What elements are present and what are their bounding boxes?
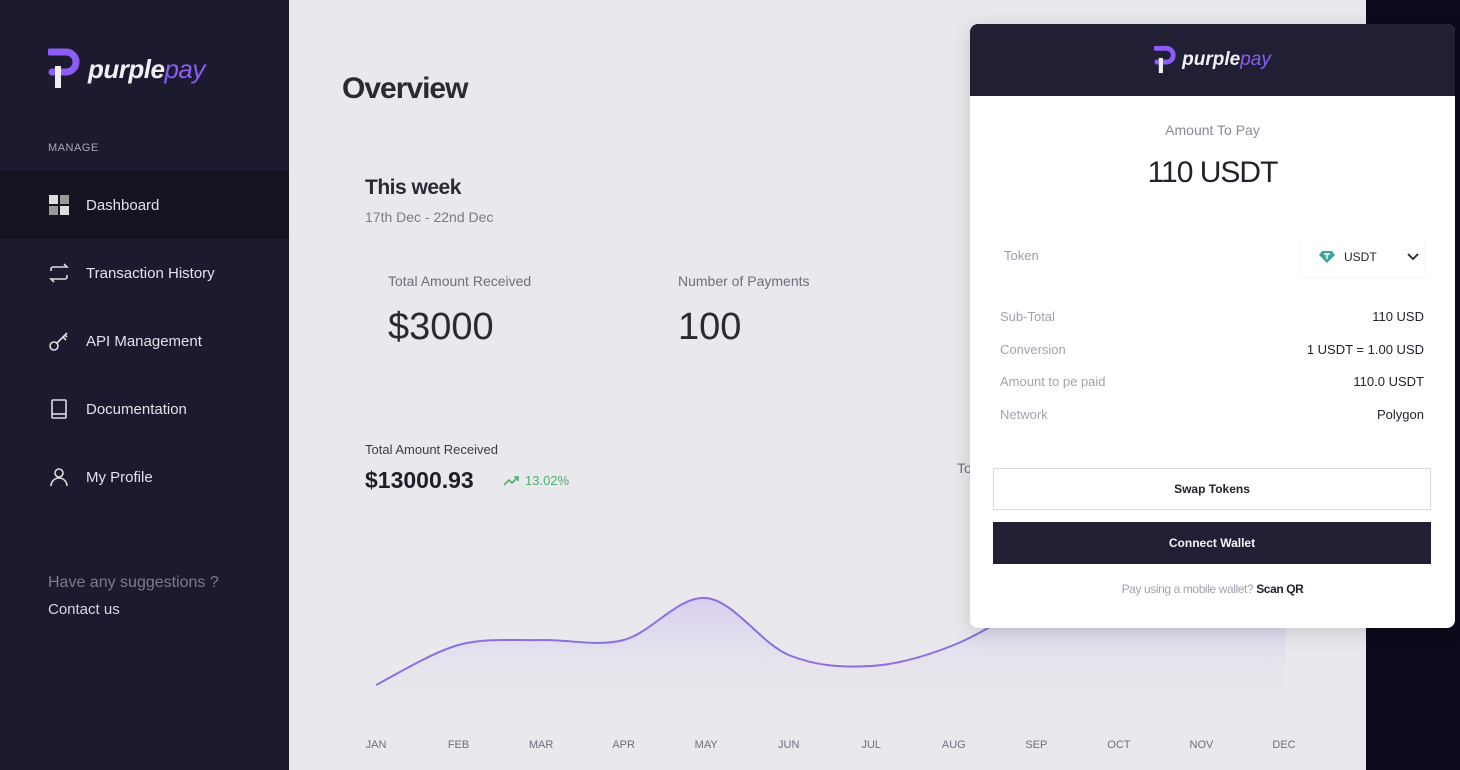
swap-tokens-button[interactable]: Swap Tokens: [993, 468, 1431, 510]
sidebar-item-transaction-history[interactable]: Transaction History: [0, 239, 289, 307]
x-tick-label: SEP: [1025, 739, 1047, 751]
week-range: 17th Dec - 22nd Dec: [365, 209, 494, 225]
detail-row: Network Polygon: [1000, 407, 1424, 422]
stat-label: Total Amount Received: [388, 273, 532, 289]
total-label: Total Amount Received: [365, 442, 498, 457]
sidebar-item-documentation[interactable]: Documentation: [0, 375, 289, 443]
stat-value: 100: [678, 306, 742, 348]
repeat-icon: [49, 263, 69, 283]
sidebar-item-dashboard[interactable]: Dashboard: [0, 171, 289, 239]
page-title: Overview: [342, 72, 468, 105]
modal-header: purplepay: [970, 24, 1455, 96]
detail-row: Sub-Total 110 USD: [1000, 309, 1424, 324]
trend-up-icon: [503, 475, 519, 486]
grid-icon: [49, 195, 69, 215]
x-tick-label: OCT: [1107, 739, 1131, 751]
chevron-down-icon: [1407, 253, 1419, 261]
sidebar: purplepay MANAGE Dashboard Transaction H…: [0, 0, 289, 770]
payment-modal: purplepay Amount To Pay 110 USDT Token U…: [970, 24, 1455, 628]
x-tick-label: MAR: [529, 739, 554, 751]
x-tick-label: JAN: [366, 739, 387, 751]
logo-icon: [48, 48, 80, 88]
trend-badge: 13.02%: [503, 473, 569, 488]
x-tick-label: NOV: [1190, 739, 1215, 751]
amount-value: 110 USDT: [1147, 156, 1279, 189]
user-icon: [50, 468, 68, 487]
x-tick-label: APR: [612, 739, 635, 751]
detail-row: Amount to pe paid 110.0 USDT: [1000, 374, 1424, 389]
contact-link[interactable]: Contact us: [48, 601, 120, 618]
x-tick-label: AUG: [942, 739, 966, 751]
amount-label: Amount To Pay: [1165, 122, 1260, 138]
book-icon: [51, 399, 67, 419]
tether-icon: [1319, 251, 1335, 263]
key-icon: [49, 332, 68, 351]
scan-qr-link[interactable]: Scan QR: [1256, 582, 1304, 596]
week-title: This week: [365, 176, 461, 199]
total-value: $13000.93: [365, 467, 474, 493]
token-label: Token: [1004, 248, 1039, 263]
sidebar-item-api-management[interactable]: API Management: [0, 307, 289, 375]
x-tick-label: MAY: [695, 739, 719, 751]
x-tick-label: FEB: [448, 739, 469, 751]
x-tick-label: JUL: [861, 739, 881, 751]
suggestion-text: Have any suggestions ?: [48, 574, 219, 591]
x-tick-label: JUN: [778, 739, 799, 751]
scan-qr-prompt: Pay using a mobile wallet? Scan QR: [1121, 582, 1304, 596]
stat-value: $3000: [388, 306, 494, 348]
token-select[interactable]: USDT: [1300, 238, 1424, 276]
x-tick-label: DEC: [1272, 739, 1295, 751]
logo-icon: [1154, 45, 1176, 74]
detail-row: Conversion 1 USDT = 1.00 USD: [1000, 342, 1424, 357]
stat-label: Number of Payments: [678, 273, 810, 289]
connect-wallet-button[interactable]: Connect Wallet: [993, 522, 1431, 564]
brand-logo[interactable]: purplepay: [48, 48, 205, 90]
section-label: MANAGE: [48, 142, 99, 154]
sidebar-item-my-profile[interactable]: My Profile: [0, 443, 289, 511]
